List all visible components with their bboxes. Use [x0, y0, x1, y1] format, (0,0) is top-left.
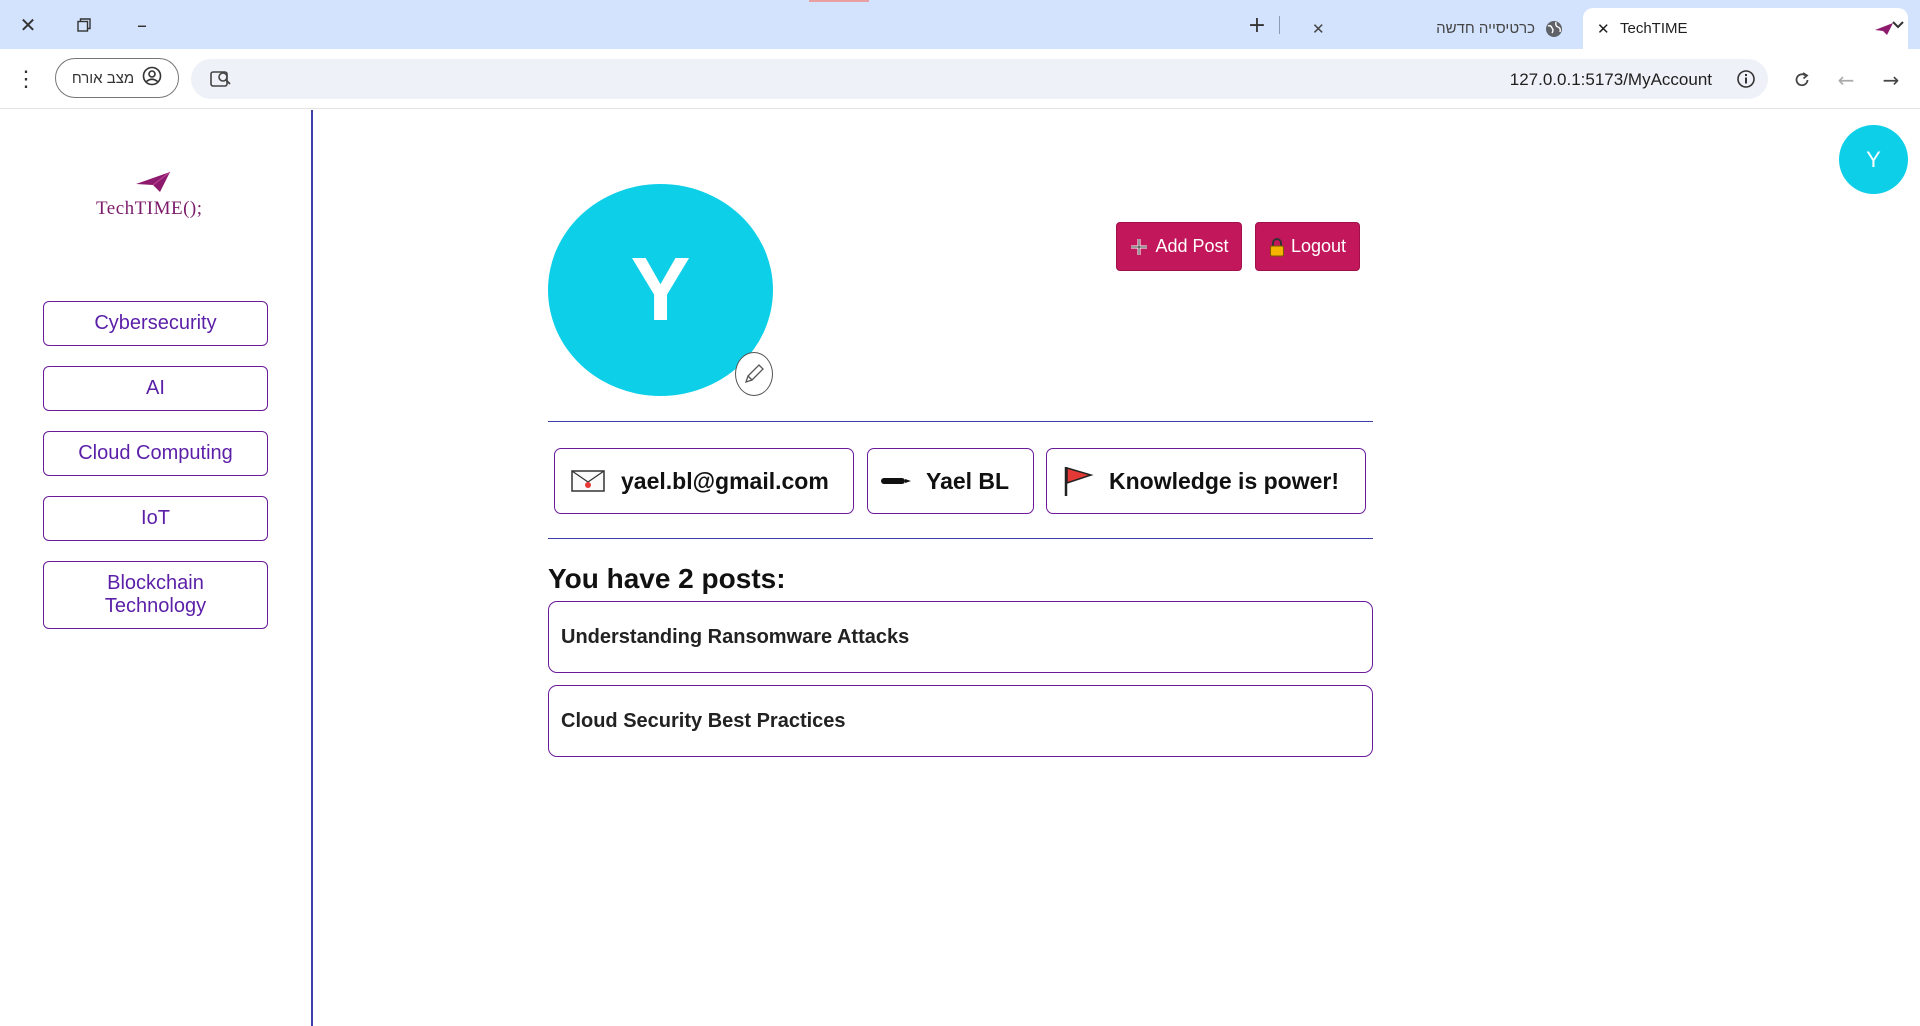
tab-close-icon[interactable]: ✕ [1312, 20, 1325, 38]
post-item[interactable]: Understanding Ransomware Attacks [548, 601, 1373, 673]
back-arrow-icon[interactable]: ← [1830, 64, 1862, 96]
pencil-icon [744, 364, 764, 384]
address-bar-row: ⋮ מצב אורח 127.0.0.1:5173/MyAccount ← → [0, 49, 1920, 109]
globe-icon [1545, 20, 1563, 42]
motto-card: Knowledge is power! [1046, 448, 1366, 514]
site-info-icon[interactable] [1736, 69, 1756, 94]
guest-mode-label: מצב אורח [71, 69, 135, 87]
edit-avatar-button[interactable] [735, 352, 773, 396]
plus-icon [1131, 238, 1148, 255]
category-blockchain-technology[interactable]: Blockchain Technology [43, 561, 268, 629]
tab-techtime[interactable]: ✕ TechTIME [1583, 8, 1908, 49]
tab-strip-indicator [809, 0, 869, 2]
user-avatar-button[interactable]: Y [1839, 125, 1908, 194]
window-restore-icon[interactable] [66, 10, 102, 40]
envelope-icon [571, 470, 605, 492]
guest-mode-button[interactable]: מצב אורח [55, 58, 179, 98]
tab-new-tab[interactable]: ✕ כרטיסייה חדשה [1310, 8, 1575, 49]
red-flag-icon [1064, 467, 1094, 496]
tab-label: כרטיסייה חדשה [1436, 20, 1535, 37]
name-text: Yael BL [926, 467, 1010, 494]
window-minimize-icon[interactable]: – [124, 10, 160, 40]
post-title: Cloud Security Best Practices [561, 709, 846, 732]
divider-bottom [548, 538, 1373, 539]
post-item[interactable]: Cloud Security Best Practices [548, 685, 1373, 757]
new-tab-icon[interactable]: + [1239, 10, 1275, 40]
email-text: yael.bl@gmail.com [621, 467, 829, 494]
logo-text: TechTIME(); [96, 198, 203, 219]
lens-icon[interactable] [210, 69, 232, 94]
browser-menu-icon[interactable]: ⋮ [14, 65, 38, 93]
window-close-icon[interactable]: ✕ [10, 10, 46, 40]
url-text[interactable]: 127.0.0.1:5173/MyAccount [1510, 70, 1712, 90]
lock-icon [1269, 237, 1284, 256]
category-cloud-computing[interactable]: Cloud Computing [43, 431, 268, 476]
logout-label: Logout [1290, 236, 1347, 256]
category-cybersecurity[interactable]: Cybersecurity [43, 301, 268, 346]
tab-close-icon[interactable]: ✕ [1597, 20, 1610, 38]
tab-label: TechTIME [1620, 20, 1688, 37]
add-post-button[interactable]: Add Post [1116, 222, 1242, 271]
techtime-logo[interactable]: TechTIME(); [96, 170, 216, 220]
reload-icon[interactable] [1786, 64, 1818, 96]
posts-heading: You have 2 posts: [548, 563, 786, 594]
category-ai[interactable]: AI [43, 366, 268, 411]
tab-separator [1279, 16, 1280, 34]
name-card: Yael BL [867, 448, 1034, 514]
pen-icon [881, 478, 911, 484]
browser-tab-strip: ✕ – + ✕ כרטיסייה חדשה ✕ TechTIME [0, 0, 1920, 49]
tab-search-chevron-icon[interactable] [1880, 10, 1916, 40]
paper-plane-logo-icon [136, 171, 171, 192]
logout-button[interactable]: Logout [1255, 222, 1360, 271]
post-title: Understanding Ransomware Attacks [561, 625, 910, 648]
sidebar: TechTIME(); Cybersecurity AI Cloud Compu… [0, 110, 313, 1026]
omnibox[interactable]: 127.0.0.1:5173/MyAccount [191, 59, 1768, 99]
divider-top [548, 421, 1373, 422]
motto-text: Knowledge is power! [1109, 467, 1340, 494]
person-icon [142, 66, 162, 90]
category-iot[interactable]: IoT [43, 496, 268, 541]
forward-arrow-icon[interactable]: → [1875, 64, 1907, 96]
add-post-label: Add Post [1155, 236, 1229, 256]
email-card: yael.bl@gmail.com [554, 448, 854, 514]
